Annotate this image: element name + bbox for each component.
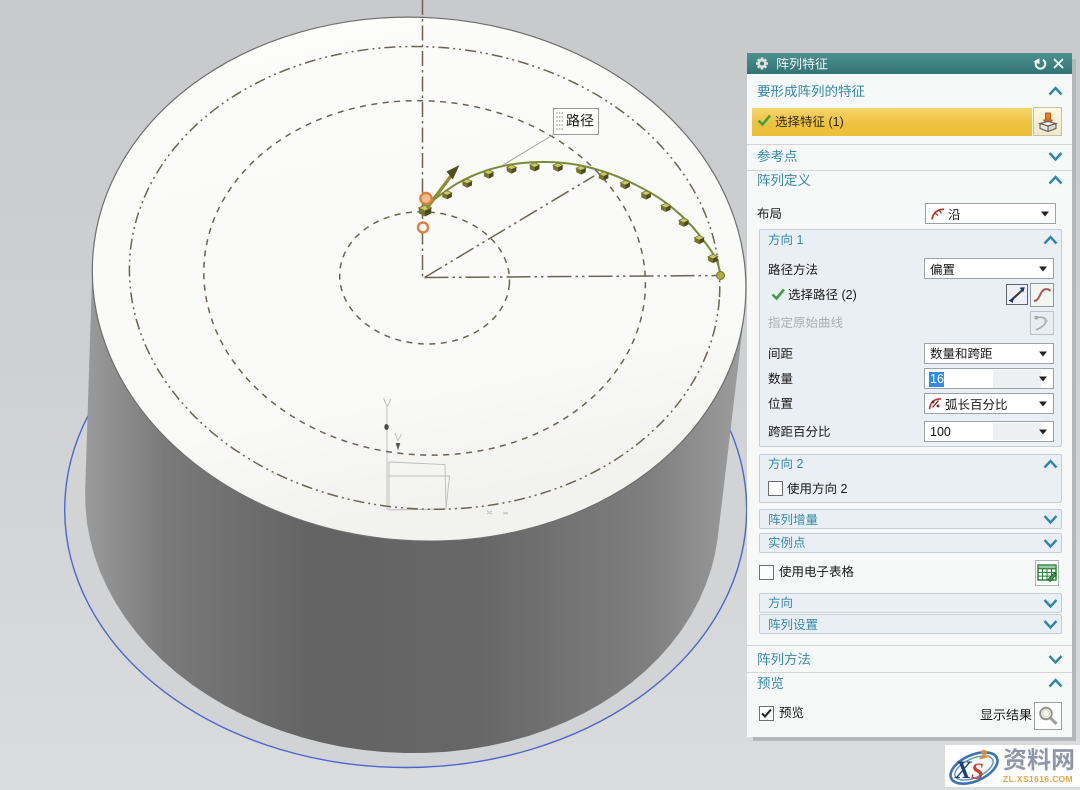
svg-text:S: S	[971, 759, 984, 784]
svg-text:ZL.XS1616.COM: ZL.XS1616.COM	[1003, 774, 1073, 784]
